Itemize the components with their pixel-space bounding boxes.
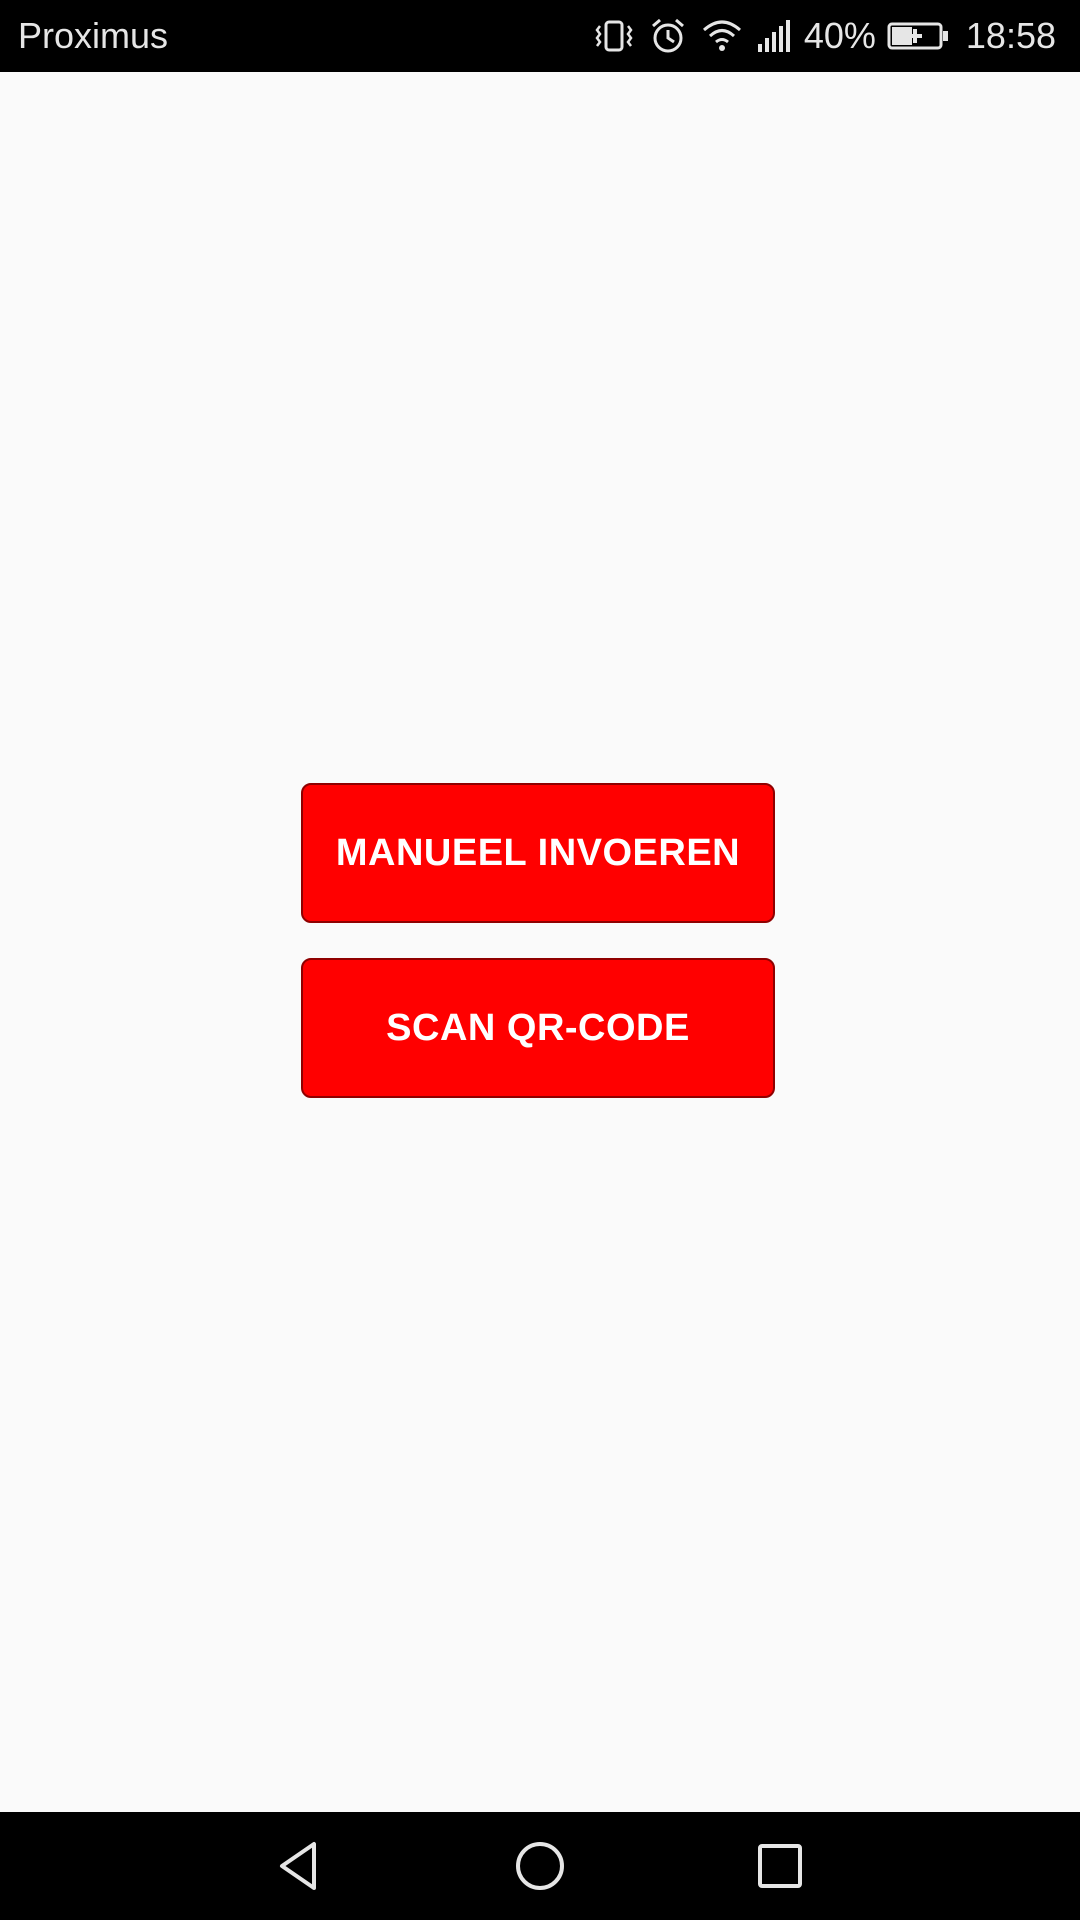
wifi-icon xyxy=(700,16,744,56)
recents-icon xyxy=(758,1844,802,1888)
navigation-bar xyxy=(0,1812,1080,1920)
clock: 18:58 xyxy=(965,15,1056,56)
scan-qr-code-button[interactable]: SCAN QR-CODE xyxy=(301,958,775,1098)
battery-percent: 40% xyxy=(803,15,876,56)
home-icon xyxy=(516,1842,564,1890)
home-button[interactable] xyxy=(500,1836,580,1896)
status-bar: Proximus 40% 18:58 xyxy=(0,0,1080,72)
back-button[interactable] xyxy=(260,1836,340,1896)
vibrate-icon xyxy=(592,16,636,56)
screen: Proximus 40% 18:58 MANUEEL INVOEREN SCAN… xyxy=(0,0,1080,1920)
carrier-name: Proximus xyxy=(18,15,169,56)
main-content: MANUEEL INVOEREN SCAN QR-CODE xyxy=(0,72,1080,1812)
status-icons: 40% 18:58 xyxy=(592,14,1056,58)
manual-entry-button[interactable]: MANUEEL INVOEREN xyxy=(301,783,775,923)
recents-button[interactable] xyxy=(740,1836,820,1896)
alarm-icon xyxy=(646,16,690,56)
back-icon xyxy=(280,1842,316,1890)
cellular-signal-icon xyxy=(754,16,794,56)
battery-charging-icon xyxy=(886,16,950,56)
